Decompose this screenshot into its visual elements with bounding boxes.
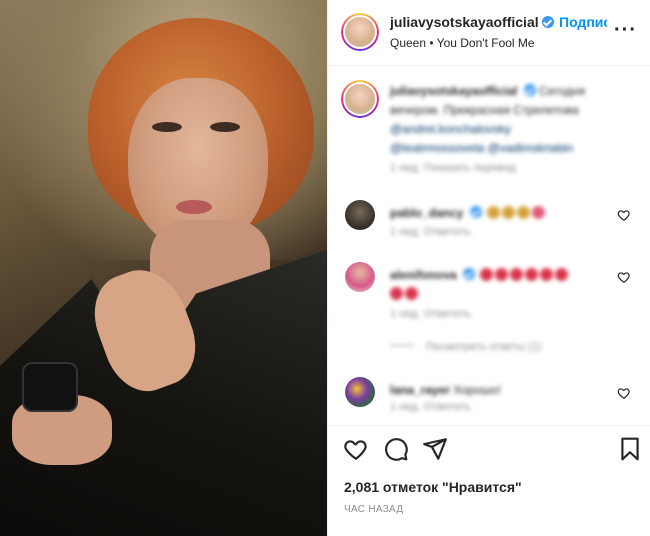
like-comment-heart-icon[interactable] bbox=[617, 270, 631, 284]
verified-badge-icon bbox=[463, 268, 476, 280]
comment-meta: 1 нед. Ответить bbox=[390, 226, 471, 238]
post-actions: 2,081 отметок "Нравится" ЧАС НАЗАД bbox=[328, 425, 650, 536]
comment: alenifonova 1 нед. Ответить bbox=[341, 262, 641, 330]
comment-username[interactable]: lana_rayer bbox=[390, 383, 450, 397]
post-side-panel: juliavysotskayaofficial Подписаться Quee… bbox=[327, 0, 650, 536]
post-media[interactable] bbox=[0, 0, 327, 536]
comment-body: Хорошо! bbox=[453, 383, 501, 397]
emoji-icon bbox=[405, 287, 418, 300]
caption-avatar[interactable] bbox=[341, 80, 379, 118]
like-comment-heart-icon[interactable] bbox=[617, 386, 631, 400]
comment-text: lana_rayer Хорошо! bbox=[390, 381, 600, 400]
follow-button[interactable]: Подписаться bbox=[559, 14, 607, 30]
audio-track-link[interactable]: Queen • You Don't Fool Me bbox=[390, 36, 535, 50]
emoji-icon bbox=[480, 268, 494, 281]
save-bookmark-icon[interactable] bbox=[617, 436, 643, 462]
comment-bubble-icon[interactable] bbox=[383, 436, 409, 462]
post-caption: juliavysotskayaofficial Сегодня вечером.… bbox=[341, 80, 641, 190]
comment-text: alenifonova bbox=[390, 266, 600, 304]
emoji-icon bbox=[495, 268, 509, 281]
subject-lips bbox=[176, 200, 212, 214]
caption-mention[interactable]: @andrei.konchalovsky bbox=[390, 122, 511, 136]
verified-badge-icon bbox=[469, 206, 482, 218]
like-heart-icon[interactable] bbox=[343, 436, 369, 462]
replies-divider bbox=[390, 345, 414, 346]
comment-avatar[interactable] bbox=[345, 377, 375, 407]
comment-avatar[interactable] bbox=[345, 262, 375, 292]
verified-badge-icon bbox=[523, 84, 536, 96]
profile-avatar[interactable] bbox=[341, 13, 379, 51]
view-replies-label: Посмотреть ответы (1) bbox=[426, 341, 542, 353]
subject-right-eye bbox=[210, 122, 240, 132]
makeup-compact bbox=[22, 362, 78, 412]
emoji-icon bbox=[390, 287, 403, 300]
comment-avatar[interactable] bbox=[345, 200, 375, 230]
emoji-icon bbox=[525, 268, 539, 281]
comment-meta: 1 нед. Ответить bbox=[390, 308, 471, 320]
emoji-icon bbox=[502, 206, 516, 219]
comment-username[interactable]: alenifonova bbox=[390, 268, 457, 282]
more-options-icon[interactable]: ··· bbox=[614, 20, 637, 40]
comment: pablo_dancy 1 нед. Ответить bbox=[341, 200, 641, 246]
share-send-icon[interactable] bbox=[422, 436, 448, 462]
emoji-icon bbox=[540, 268, 554, 281]
comment-meta: 1 нед. Ответить bbox=[390, 401, 471, 413]
caption-mention[interactable]: @teatrmossoveta @vadimskriabin bbox=[390, 141, 573, 155]
caption-text: juliavysotskayaofficial Сегодня вечером.… bbox=[390, 82, 630, 158]
emoji-icon bbox=[487, 206, 501, 219]
comment-username[interactable]: pablo_dancy bbox=[390, 206, 463, 220]
emoji-icon bbox=[532, 206, 546, 219]
comment-text: pablo_dancy bbox=[390, 204, 600, 223]
likes-count[interactable]: 2,081 отметок "Нравится" bbox=[344, 479, 522, 495]
emoji-icon bbox=[555, 268, 569, 281]
post-timestamp[interactable]: ЧАС НАЗАД bbox=[344, 504, 403, 515]
subject-left-eye bbox=[152, 122, 182, 132]
emoji-icon bbox=[510, 268, 524, 281]
profile-username[interactable]: juliavysotskayaofficial bbox=[390, 14, 554, 30]
view-replies-link[interactable]: Посмотреть ответы (1) bbox=[390, 341, 542, 353]
comment: lana_rayer Хорошо! 1 нед. Ответить bbox=[341, 377, 641, 423]
post-header: juliavysotskayaofficial Подписаться Quee… bbox=[328, 0, 650, 66]
emoji-icon bbox=[517, 206, 531, 219]
like-comment-heart-icon[interactable] bbox=[617, 208, 631, 222]
verified-badge-icon bbox=[541, 16, 554, 28]
caption-username[interactable]: juliavysotskayaofficial bbox=[390, 84, 517, 98]
caption-meta: 1 нед. Показать перевод bbox=[390, 162, 516, 174]
